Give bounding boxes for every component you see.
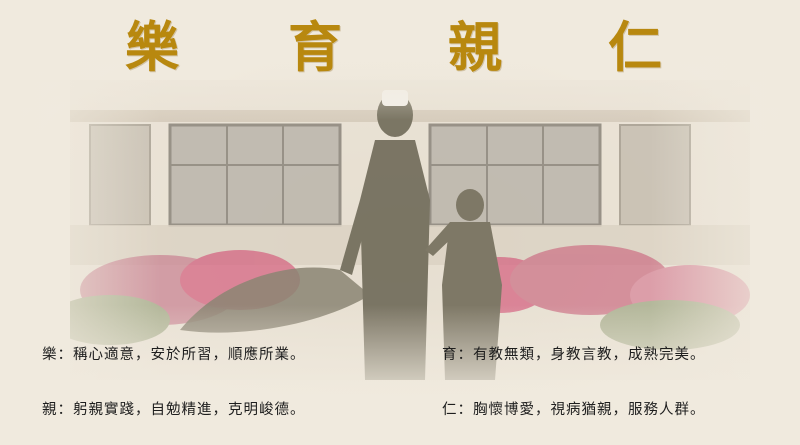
title-char: 樂 [125,15,179,79]
title-char: 育 [288,15,342,79]
motto-qin: 親：躬親實踐，自勉精進，克明峻德。 [42,402,306,418]
motto-ren: 仁：胸懷博愛，視病猶親，服務人群。 [442,402,706,418]
banner: 樂 育 親 仁 樂：稱心適意，安於所習，順應所業。 育：有教無類，身教言教，成熟… [0,0,800,445]
title-char: 親 [448,15,502,79]
motto-le: 樂：稱心適意，安於所習，順應所業。 [42,347,306,363]
paper-haze [0,305,800,445]
motto-yu: 育：有教無類，身教言教，成熟完美。 [442,347,706,363]
title-char: 仁 [608,15,662,79]
page-title: 樂 育 親 仁 [0,12,800,82]
